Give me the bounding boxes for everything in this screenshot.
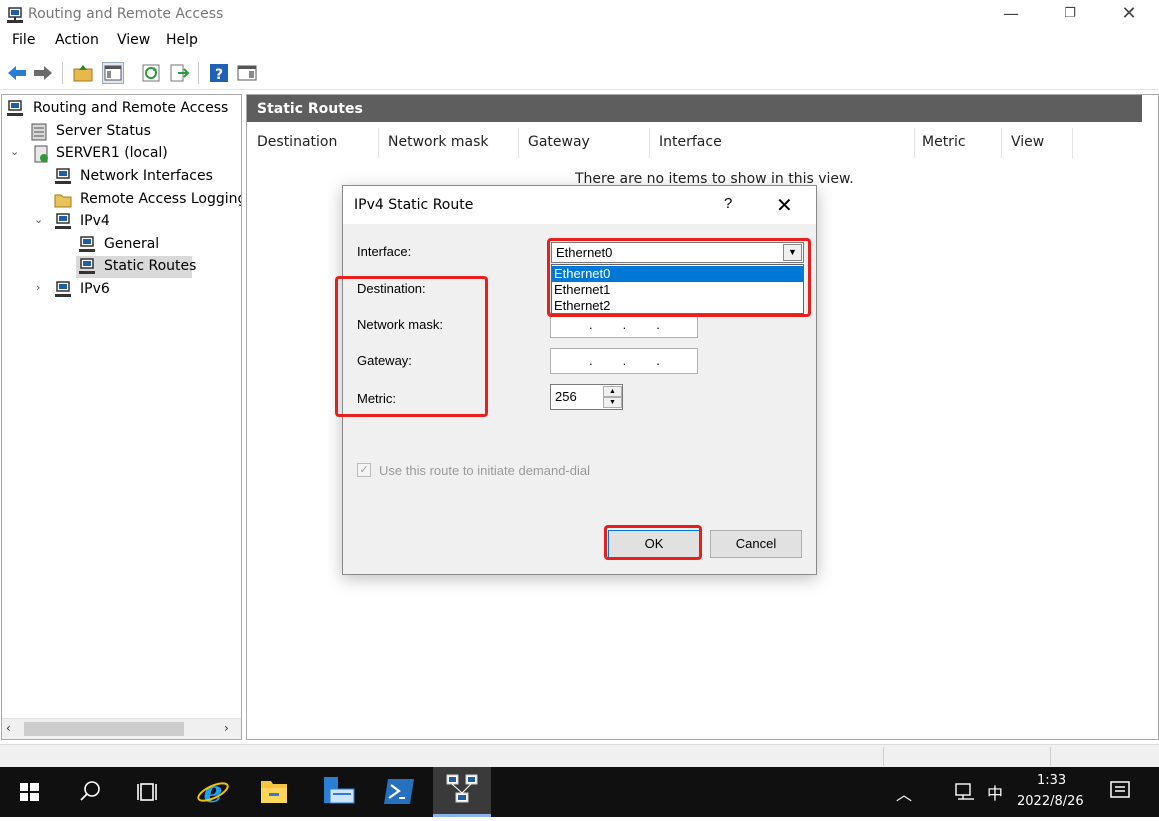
show-hidden-icons-button[interactable]: ︿	[896, 781, 912, 805]
properties-icon[interactable]	[236, 62, 258, 84]
annotation-box-field-labels	[335, 276, 488, 417]
clock-date[interactable]: 2022/8/26	[1017, 794, 1084, 809]
tree-item-label: General	[104, 236, 160, 252]
export-list-icon[interactable]	[168, 62, 190, 84]
dialog-close-button[interactable]: ✕	[776, 193, 793, 218]
metric-value[interactable]: 256	[555, 389, 577, 404]
annotation-box-ok	[604, 525, 702, 560]
ip-dots: ...	[589, 317, 690, 332]
taskbar: e ︿ 中 1:33 2022/8/26	[0, 767, 1159, 817]
svg-text:?: ?	[215, 67, 223, 83]
back-arrow-icon[interactable]	[6, 62, 28, 84]
task-view-icon[interactable]	[120, 767, 178, 817]
server-network-icon	[6, 100, 24, 118]
tree-item-label: Remote Access Logging &	[80, 191, 242, 207]
demand-dial-checkbox[interactable]: ✓	[357, 463, 371, 477]
minimize-button[interactable]: —	[982, 0, 1040, 30]
tree-item-label: Static Routes	[104, 258, 197, 274]
scroll-right-icon[interactable]: ›	[224, 721, 229, 735]
network-status-icon[interactable]	[954, 781, 976, 807]
console-tree: Routing and Remote Access Server Status …	[1, 94, 242, 740]
forward-arrow-icon[interactable]	[32, 62, 54, 84]
menu-help[interactable]: Help	[166, 32, 198, 48]
help-icon[interactable]: ?	[208, 62, 230, 84]
network-icon	[54, 168, 72, 186]
tree-item-label: IPv4	[80, 213, 110, 229]
maximize-button[interactable]: ❐	[1041, 0, 1099, 30]
spin-up-icon[interactable]: ▲	[603, 386, 622, 397]
search-icon[interactable]	[61, 767, 119, 817]
network-icon	[54, 281, 72, 299]
tree-item-label: Server Status	[56, 123, 151, 139]
title-bar: Routing and Remote Access — ❐ ✕	[0, 0, 1159, 30]
window-title: Routing and Remote Access	[28, 6, 224, 22]
ip-dots: ...	[589, 353, 690, 368]
show-hide-tree-icon[interactable]	[102, 62, 124, 84]
tree-item-ipv6[interactable]: › IPv6	[34, 279, 240, 301]
internet-explorer-icon[interactable]: e	[184, 767, 242, 817]
cancel-button[interactable]: Cancel	[710, 530, 802, 558]
tree-item-remote-access-logging[interactable]: Remote Access Logging &	[54, 189, 242, 211]
tree-item-label: SERVER1 (local)	[56, 145, 168, 161]
tree-item-server-status[interactable]: Server Status	[30, 121, 240, 143]
server-status-icon	[30, 123, 48, 141]
tree-item-label: Routing and Remote Access	[33, 100, 229, 116]
close-button[interactable]: ✕	[1100, 0, 1158, 30]
gateway-field[interactable]: ...	[550, 348, 698, 374]
column-destination[interactable]: Destination	[247, 128, 379, 158]
tree-item-general[interactable]: General	[78, 234, 238, 256]
tree-item-static-routes[interactable]: Static Routes	[76, 256, 238, 278]
metric-stepper[interactable]: 256 ▲ ▼	[550, 384, 623, 410]
file-explorer-icon[interactable]	[245, 767, 303, 817]
tree-item-label: IPv6	[80, 281, 110, 297]
svg-text:e: e	[203, 775, 222, 810]
dialog-title: IPv4 Static Route	[354, 197, 474, 213]
tree-item-label: Network Interfaces	[80, 168, 213, 184]
up-folder-icon[interactable]	[72, 62, 94, 84]
network-icon	[78, 236, 96, 254]
toolbar: ?	[0, 58, 1159, 90]
chevron-down-icon[interactable]: ⌄	[10, 145, 19, 158]
column-network-mask[interactable]: Network mask	[378, 128, 519, 158]
tree-item-server1[interactable]: ⌄ SERVER1 (local)	[10, 143, 240, 165]
clock-time[interactable]: 1:33	[1037, 773, 1066, 788]
routing-remote-access-icon[interactable]	[433, 767, 491, 817]
powershell-icon[interactable]	[370, 767, 428, 817]
spin-down-icon[interactable]: ▼	[603, 397, 622, 408]
network-icon	[78, 258, 96, 276]
column-metric[interactable]: Metric	[912, 128, 1002, 158]
notification-center-icon[interactable]	[1109, 779, 1131, 807]
pane-header: Static Routes	[247, 95, 1142, 122]
tree-item-routing-remote-access[interactable]: Routing and Remote Access	[6, 98, 241, 120]
input-method-indicator[interactable]: 中	[987, 780, 1003, 804]
scroll-thumb[interactable]	[24, 722, 184, 736]
menu-action[interactable]: Action	[55, 32, 99, 48]
chevron-down-icon[interactable]: ⌄	[34, 213, 43, 226]
interface-label: Interface:	[357, 244, 412, 259]
column-gateway[interactable]: Gateway	[518, 128, 650, 158]
server-icon	[32, 145, 50, 163]
annotation-box-interface	[547, 238, 811, 317]
dialog-title-bar: IPv4 Static Route ? ✕	[343, 186, 816, 224]
column-interface[interactable]: Interface	[649, 128, 915, 158]
network-icon	[54, 213, 72, 231]
folder-icon	[54, 191, 72, 209]
start-windows-icon[interactable]	[0, 767, 58, 817]
demand-dial-label: Use this route to initiate demand-dial	[379, 463, 591, 478]
scroll-left-icon[interactable]: ‹	[6, 721, 11, 735]
menu-file[interactable]: File	[12, 32, 35, 48]
status-bar	[0, 744, 1159, 767]
server-network-icon	[6, 7, 24, 29]
server-manager-icon[interactable]	[308, 767, 366, 817]
tree-item-ipv4[interactable]: ⌄ IPv4	[34, 211, 240, 233]
tree-item-network-interfaces[interactable]: Network Interfaces	[54, 166, 240, 188]
horizontal-scrollbar[interactable]: ‹ ›	[2, 718, 241, 739]
refresh-icon[interactable]	[140, 62, 162, 84]
chevron-right-icon[interactable]: ›	[36, 281, 40, 294]
column-view[interactable]: View	[1001, 128, 1073, 158]
menu-view[interactable]: View	[117, 32, 150, 48]
help-button[interactable]: ?	[724, 195, 732, 212]
